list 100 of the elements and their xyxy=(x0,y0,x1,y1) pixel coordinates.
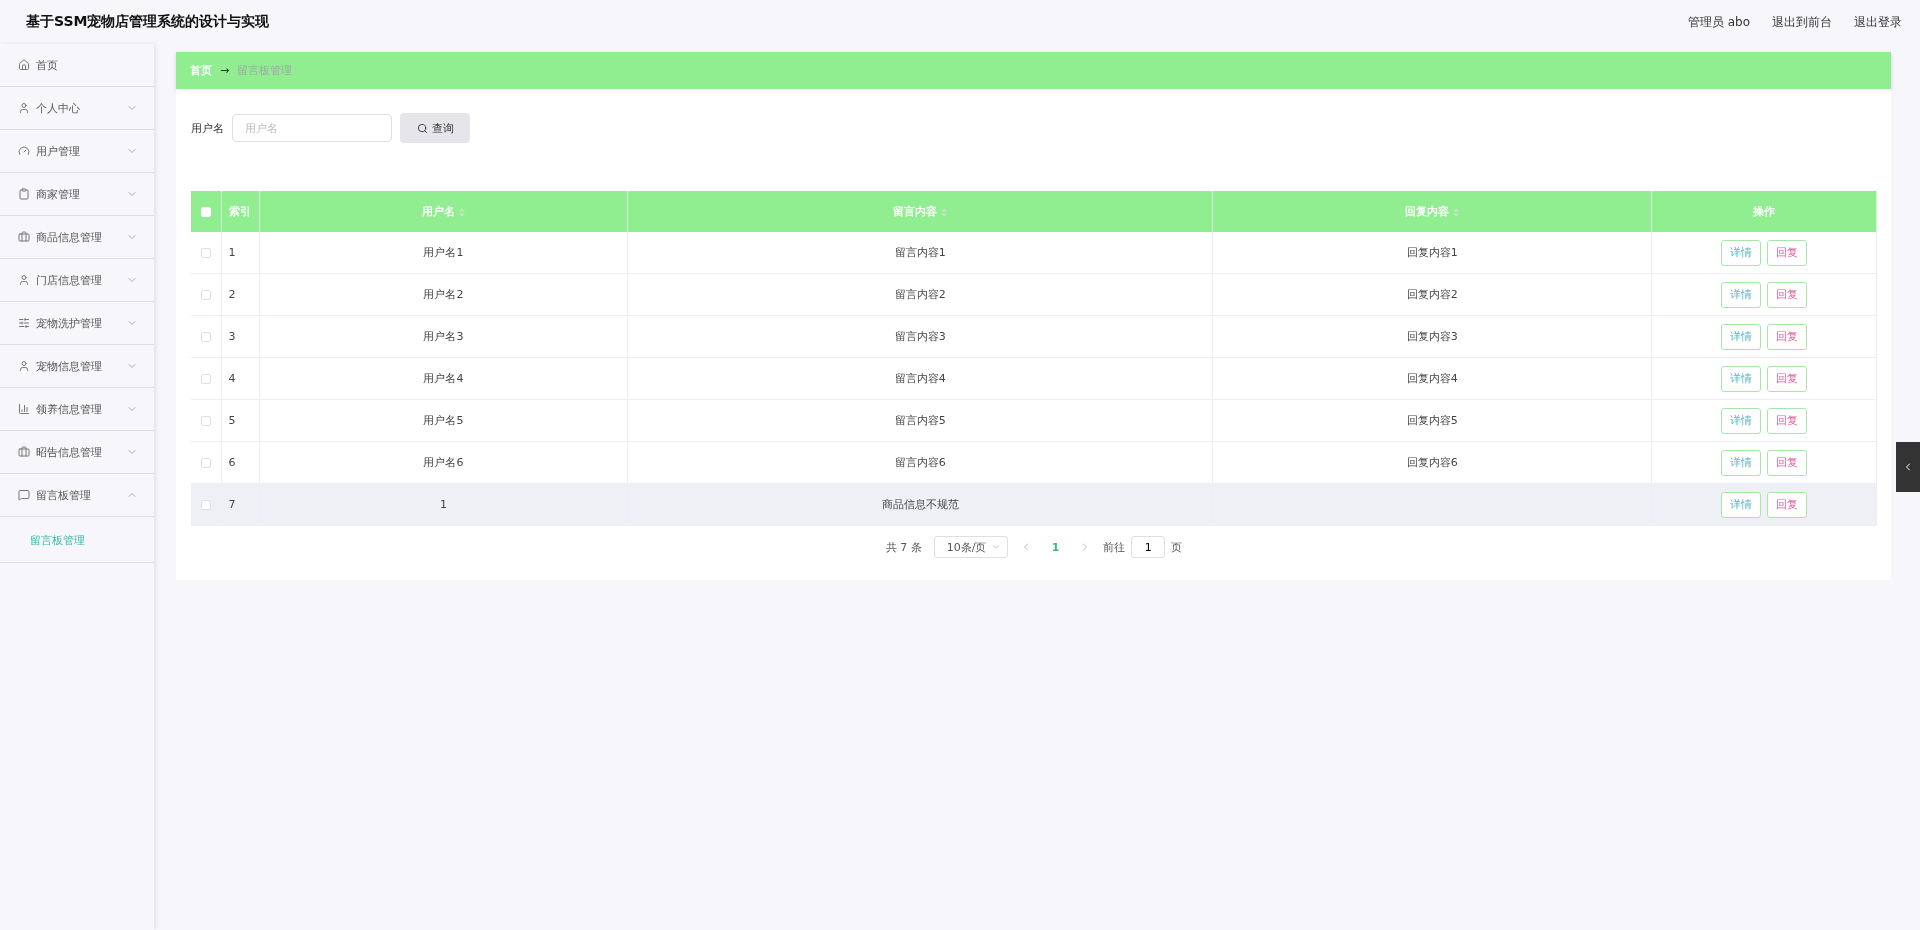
sort-icon[interactable] xyxy=(458,207,465,217)
table-cell: 用户名3 xyxy=(423,330,464,343)
table-cell: 商品信息不规范 xyxy=(881,498,959,511)
user-icon xyxy=(18,360,30,372)
sidebar-label: 留言板管理 xyxy=(36,487,92,503)
user-icon xyxy=(18,102,30,114)
sidebar-label: 用户管理 xyxy=(36,143,81,159)
breadcrumb-current: 留言板管理 xyxy=(237,63,293,78)
table-cell: 用户名4 xyxy=(423,372,464,385)
sidebar-item[interactable]: 领养信息管理 xyxy=(0,388,154,431)
table-cell: 用户名1 xyxy=(423,246,464,259)
row-checkbox[interactable] xyxy=(200,248,211,258)
reply-button[interactable]: 回复 xyxy=(1767,407,1807,434)
details-button[interactable]: 详情 xyxy=(1721,323,1761,350)
goto-label: 前往 xyxy=(1103,539,1126,555)
row-checkbox[interactable] xyxy=(200,290,211,300)
table-cell: 4 xyxy=(228,372,236,385)
reply-button[interactable]: 回复 xyxy=(1767,365,1807,392)
table-cell: 留言内容3 xyxy=(894,330,946,343)
table-cell: 回复内容5 xyxy=(1406,414,1458,427)
reply-button[interactable]: 回复 xyxy=(1767,281,1807,308)
reply-button[interactable]: 回复 xyxy=(1767,491,1807,518)
reply-button[interactable]: 回复 xyxy=(1767,323,1807,350)
search-icon xyxy=(416,122,428,134)
collapse-handle[interactable] xyxy=(1896,442,1920,492)
field-label: 用户名 xyxy=(191,120,224,136)
sidebar-label: 昭告信息管理 xyxy=(36,444,103,460)
briefcase-icon xyxy=(18,446,30,458)
chevron-icon xyxy=(990,542,1001,552)
sidebar-item[interactable]: 宠物信息管理 xyxy=(0,345,154,388)
briefcase-icon xyxy=(18,231,30,243)
sidebar-label: 个人中心 xyxy=(36,100,81,116)
total-count: 共 7 条 xyxy=(885,539,922,555)
sidebar-label: 宠物信息管理 xyxy=(36,358,103,374)
sidebar-label: 商家管理 xyxy=(36,186,81,202)
details-button[interactable]: 详情 xyxy=(1721,491,1761,518)
reply-button[interactable]: 回复 xyxy=(1767,239,1807,266)
table-cell: 留言内容6 xyxy=(894,456,946,469)
details-button[interactable]: 详情 xyxy=(1721,239,1761,266)
table-cell: 1 xyxy=(439,498,447,511)
row-checkbox[interactable] xyxy=(200,500,211,510)
row-checkbox[interactable] xyxy=(200,374,211,384)
gauge-icon xyxy=(18,145,30,157)
page-suffix: 页 xyxy=(1171,539,1183,555)
table-cell: 留言内容1 xyxy=(894,246,946,259)
row-checkbox[interactable] xyxy=(200,458,211,468)
column-header: 操作 xyxy=(1651,191,1877,232)
sidebar-item[interactable]: 商家管理 xyxy=(0,173,154,216)
sidebar-item[interactable]: 首页 xyxy=(0,44,154,87)
table-cell: 回复内容3 xyxy=(1406,330,1458,343)
sidebar-item[interactable]: 昭告信息管理 xyxy=(0,431,154,474)
table-cell: 回复内容6 xyxy=(1406,456,1458,469)
sidebar-item[interactable]: 门店信息管理 xyxy=(0,259,154,302)
sidebar-label: 门店信息管理 xyxy=(36,272,103,288)
sidebar-item[interactable]: 宠物洗护管理 xyxy=(0,302,154,345)
table-cell: 用户名6 xyxy=(423,456,464,469)
select-all-checkbox[interactable] xyxy=(200,207,211,217)
table-cell: 留言内容4 xyxy=(894,372,946,385)
clipboard-icon xyxy=(18,188,30,200)
sidebar-item[interactable]: 商品信息管理 xyxy=(0,216,154,259)
page-number[interactable]: 1 xyxy=(1043,540,1068,554)
sidebar-item[interactable]: 用户管理 xyxy=(0,130,154,173)
column-header: 索引 xyxy=(221,191,259,232)
details-button[interactable]: 详情 xyxy=(1721,449,1761,476)
sliders-icon xyxy=(18,317,30,329)
sidebar-item[interactable]: 个人中心 xyxy=(0,87,154,130)
goto-page-field[interactable]: 1 xyxy=(1131,536,1166,558)
header-link[interactable]: 管理员 abo xyxy=(1687,13,1750,31)
app-title: 基于SSM宠物店管理系统的设计与实现 xyxy=(26,13,270,31)
sidebar-label: 首页 xyxy=(36,57,59,73)
reply-button[interactable]: 回复 xyxy=(1767,449,1807,476)
table-cell: 回复内容2 xyxy=(1406,288,1458,301)
table-cell: 2 xyxy=(228,288,236,301)
sort-icon[interactable] xyxy=(1453,207,1460,217)
sidebar-label: 商品信息管理 xyxy=(36,229,103,245)
message-icon xyxy=(18,489,30,501)
table-cell: 用户名2 xyxy=(423,288,464,301)
breadcrumb-separator: → xyxy=(220,64,230,77)
search-button[interactable]: 查询 xyxy=(400,113,470,143)
user-icon xyxy=(18,274,30,286)
details-button[interactable]: 详情 xyxy=(1721,281,1761,308)
header-link[interactable]: 退出登录 xyxy=(1854,13,1902,31)
bar-chart-icon xyxy=(18,403,30,415)
header-link[interactable]: 退出到前台 xyxy=(1772,13,1832,31)
sidebar-label: 宠物洗护管理 xyxy=(36,315,103,331)
details-button[interactable]: 详情 xyxy=(1721,407,1761,434)
sidebar-subitem[interactable]: 留言板管理 xyxy=(30,534,85,547)
sidebar-item[interactable]: 留言板管理 xyxy=(0,474,154,517)
table-cell: 留言内容5 xyxy=(894,414,946,427)
table-cell: 留言内容2 xyxy=(894,288,946,301)
search-field[interactable]: 用户名 xyxy=(232,114,392,142)
table-cell: 6 xyxy=(228,456,236,469)
table-cell: 1 xyxy=(228,246,236,259)
row-checkbox[interactable] xyxy=(200,332,211,342)
sidebar-label: 领养信息管理 xyxy=(36,401,103,417)
table-cell: 7 xyxy=(228,498,236,511)
page-size-select[interactable]: 10条/页 xyxy=(933,536,1008,558)
row-checkbox[interactable] xyxy=(200,416,211,426)
sort-icon[interactable] xyxy=(941,207,948,217)
details-button[interactable]: 详情 xyxy=(1721,365,1761,392)
